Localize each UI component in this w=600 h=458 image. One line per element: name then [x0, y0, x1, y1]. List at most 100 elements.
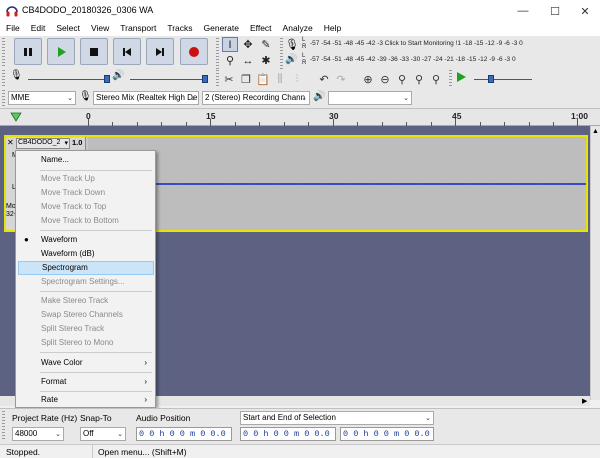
skip-to-start-button[interactable] [113, 38, 141, 65]
playback-meter[interactable]: -57 -54 -51 -48 -45 -42 -39 -36 -33 -30 … [310, 54, 572, 64]
audio-host-select[interactable]: MME ⌄ [8, 91, 76, 105]
recording-channels-select[interactable]: 2 (Stereo) Recording Chann ⌄ [202, 91, 310, 105]
trim-icon[interactable]: ⫼ [272, 71, 288, 87]
chevron-right-icon: › [144, 395, 147, 404]
menu-analyze[interactable]: Analyze [277, 22, 318, 36]
menu-effect[interactable]: Effect [244, 22, 277, 36]
playback-volume-slider[interactable] [130, 79, 208, 80]
draw-tool-icon[interactable]: ✎ [258, 37, 274, 52]
audacity-logo-icon [6, 6, 18, 17]
chevron-right-icon: › [144, 377, 147, 386]
minimize-button[interactable]: — [508, 0, 538, 22]
waveform-area[interactable] [88, 137, 586, 230]
zoom-in-icon[interactable]: ⊕ [360, 71, 376, 87]
zoom-tool-icon[interactable]: ⚲ [222, 53, 238, 68]
microphone-icon[interactable]: 🎙 [285, 38, 299, 51]
menu-tracks[interactable]: Tracks [161, 22, 197, 36]
toolbar-grip[interactable] [2, 90, 5, 106]
close-window-button[interactable]: ✕ [570, 0, 600, 22]
record-button[interactable] [180, 38, 208, 65]
cut-icon[interactable]: ✂ [221, 71, 237, 87]
chevron-down-icon: ⌄ [67, 95, 73, 102]
menu-item-name[interactable]: Name... [16, 153, 155, 167]
menu-item-wave-color[interactable]: Wave Color › [16, 356, 155, 370]
menu-item-spectrogram-settings[interactable]: Spectrogram Settings... [16, 275, 155, 289]
copy-icon[interactable]: ❐ [238, 71, 254, 87]
menu-transport[interactable]: Transport [114, 22, 161, 36]
toolbar-grip[interactable] [280, 38, 283, 70]
silence-icon[interactable]: ⫶ [289, 71, 305, 87]
scroll-right-icon[interactable]: ▶ [582, 397, 587, 405]
toolbar-grip[interactable] [2, 70, 5, 86]
record-meter[interactable]: -57 -54 -51 -48 -45 -42 -3 Click to Star… [310, 38, 572, 48]
audio-position-field[interactable]: 0 0 h 0 0 m 0 0.0 0 0 s [136, 427, 232, 441]
track-menu-button[interactable]: CB4DODO_2 ▾ [16, 138, 70, 149]
menu-item-split-stereo-track[interactable]: Split Stereo Track [16, 322, 155, 336]
recording-volume-knob[interactable] [104, 75, 110, 83]
menu-item-waveform-db[interactable]: Waveform (dB) [16, 247, 155, 261]
menu-item-format[interactable]: Format › [16, 375, 155, 389]
menu-item-move-track-up[interactable]: Move Track Up [16, 172, 155, 186]
scroll-up-icon[interactable]: ▲ [592, 128, 599, 135]
timeline-ticks [88, 119, 578, 126]
multi-tool-icon[interactable]: ✱ [258, 53, 274, 68]
timeline-ruler[interactable]: 0 15 30 45 1:00 [0, 108, 600, 126]
maximize-button[interactable]: ☐ [540, 0, 570, 22]
time-shift-tool-icon[interactable]: ↔ [240, 53, 256, 68]
pin-head-icon[interactable] [10, 111, 22, 123]
menu-item-make-stereo-track[interactable]: Make Stereo Track [16, 294, 155, 308]
track-close-button[interactable]: ✕ [7, 138, 14, 147]
play-speed-knob[interactable] [488, 75, 494, 83]
menu-file[interactable]: File [0, 22, 25, 36]
project-rate-select[interactable]: 48000 ⌄ [12, 427, 64, 441]
recording-volume-slider[interactable] [28, 79, 110, 80]
toolbar-grip[interactable] [2, 38, 5, 66]
menu-item-move-track-to-top[interactable]: Move Track to Top [16, 200, 155, 214]
selection-mode-select[interactable]: Start and End of Selection ⌄ [240, 411, 434, 425]
play-at-speed-button[interactable] [455, 71, 467, 85]
selection-start-field[interactable]: 0 0 h 0 0 m 0 0.0 0 0 s [240, 427, 336, 441]
stop-button[interactable] [80, 38, 108, 65]
pause-button[interactable] [14, 38, 42, 65]
toolbar-grip[interactable] [2, 411, 5, 441]
fit-selection-icon[interactable]: ⚲ [394, 71, 410, 87]
menu-view[interactable]: View [85, 22, 114, 36]
menu-select[interactable]: Select [50, 22, 85, 36]
menu-item-rate[interactable]: Rate › [16, 393, 155, 407]
menu-help[interactable]: Help [318, 22, 346, 36]
snap-to-select[interactable]: Off ⌄ [80, 427, 126, 441]
undo-icon[interactable]: ↶ [316, 71, 332, 87]
zoom-toggle-icon[interactable]: ⚲ [428, 71, 444, 87]
vertical-scrollbar[interactable]: ▲ [590, 126, 600, 400]
skip-to-end-button[interactable] [146, 38, 174, 65]
play-speed-slider[interactable] [474, 79, 532, 80]
playback-volume-knob[interactable] [202, 75, 208, 83]
menu-generate[interactable]: Generate [198, 22, 244, 36]
menu-item-split-stereo-to-mono[interactable]: Split Stereo to Mono [16, 336, 155, 350]
fit-project-icon[interactable]: ⚲ [411, 71, 427, 87]
menu-separator [40, 372, 152, 373]
zoom-out-icon[interactable]: ⊖ [377, 71, 393, 87]
recording-device-select[interactable]: Stereo Mix (Realtek High De ⌄ [93, 91, 199, 105]
envelope-tool-icon[interactable]: ✥ [240, 37, 256, 52]
menu-item-spectrogram[interactable]: Spectrogram [18, 261, 154, 275]
toolbar-grip[interactable] [216, 70, 219, 86]
menu-item-swap-stereo-channels[interactable]: Swap Stereo Channels [16, 308, 155, 322]
selection-end-field[interactable]: 0 0 h 0 0 m 0 0.0 0 0 s [340, 427, 434, 441]
stop-icon [90, 47, 98, 56]
selection-tool-icon[interactable]: I [222, 37, 238, 52]
menu-item-move-track-down[interactable]: Move Track Down [16, 186, 155, 200]
chevron-down-icon: ⌄ [425, 415, 431, 422]
redo-icon[interactable]: ↷ [333, 71, 349, 87]
chevron-down-icon: ⌄ [55, 431, 61, 438]
menu-edit[interactable]: Edit [25, 22, 51, 36]
toolbar-grip[interactable] [216, 38, 219, 70]
toolbar-grip[interactable] [449, 70, 452, 86]
play-button[interactable] [47, 38, 75, 65]
playback-device-select[interactable]: ⌄ [328, 91, 412, 105]
menu-item-move-track-to-bottom[interactable]: Move Track to Bottom [16, 214, 155, 228]
speaker-icon[interactable]: 🔊 [285, 54, 297, 65]
menu-item-waveform[interactable]: ● Waveform [16, 233, 155, 247]
title-bar: CB4DODO_20180326_0306 WA — ☐ ✕ [0, 0, 600, 22]
paste-icon[interactable]: 📋 [255, 71, 271, 87]
